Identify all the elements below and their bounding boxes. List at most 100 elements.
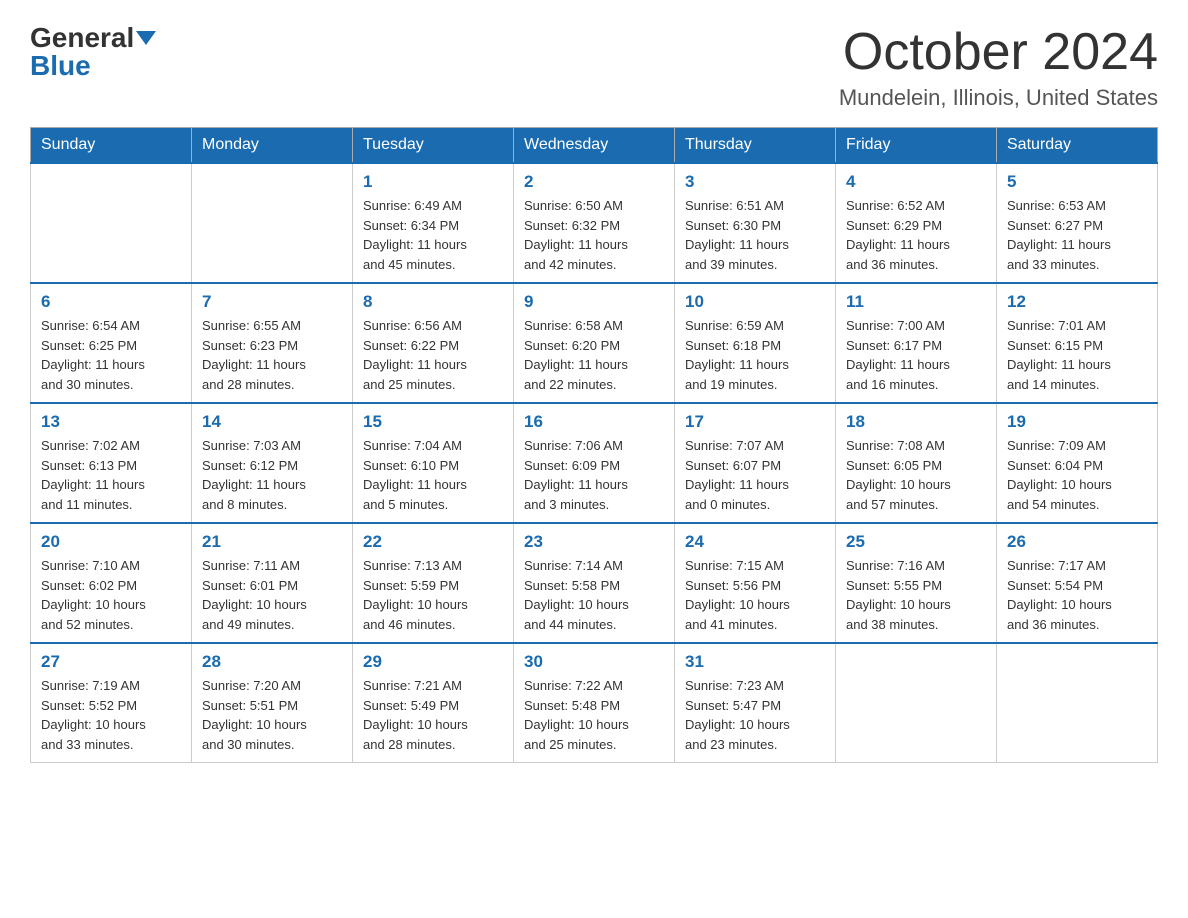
calendar-week-row: 1 Sunrise: 6:49 AMSunset: 6:34 PMDaylight… <box>31 163 1158 283</box>
day-number: 13 <box>41 412 181 432</box>
calendar-day-cell: 28 Sunrise: 7:20 AMSunset: 5:51 PMDayligh… <box>192 643 353 763</box>
day-number: 31 <box>685 652 825 672</box>
calendar-day-cell: 12 Sunrise: 7:01 AMSunset: 6:15 PMDayligh… <box>997 283 1158 403</box>
day-number: 1 <box>363 172 503 192</box>
calendar-day-cell: 2 Sunrise: 6:50 AMSunset: 6:32 PMDaylight… <box>514 163 675 283</box>
logo-blue-text: Blue <box>30 52 91 80</box>
calendar-day-cell: 13 Sunrise: 7:02 AMSunset: 6:13 PMDayligh… <box>31 403 192 523</box>
day-info: Sunrise: 6:49 AMSunset: 6:34 PMDaylight:… <box>363 196 503 274</box>
day-number: 5 <box>1007 172 1147 192</box>
day-info: Sunrise: 7:21 AMSunset: 5:49 PMDaylight:… <box>363 676 503 754</box>
day-info: Sunrise: 6:53 AMSunset: 6:27 PMDaylight:… <box>1007 196 1147 274</box>
day-number: 4 <box>846 172 986 192</box>
day-number: 21 <box>202 532 342 552</box>
day-number: 16 <box>524 412 664 432</box>
day-number: 18 <box>846 412 986 432</box>
day-info: Sunrise: 7:22 AMSunset: 5:48 PMDaylight:… <box>524 676 664 754</box>
day-number: 17 <box>685 412 825 432</box>
day-info: Sunrise: 6:51 AMSunset: 6:30 PMDaylight:… <box>685 196 825 274</box>
day-number: 23 <box>524 532 664 552</box>
day-number: 30 <box>524 652 664 672</box>
calendar-day-cell: 11Sunrise: 7:00 AMSunset: 6:17 PMDayligh… <box>836 283 997 403</box>
day-info: Sunrise: 6:58 AMSunset: 6:20 PMDaylight:… <box>524 316 664 394</box>
day-info: Sunrise: 6:59 AMSunset: 6:18 PMDaylight:… <box>685 316 825 394</box>
day-info: Sunrise: 7:20 AMSunset: 5:51 PMDaylight:… <box>202 676 342 754</box>
calendar-day-cell: 24 Sunrise: 7:15 AMSunset: 5:56 PMDayligh… <box>675 523 836 643</box>
calendar-day-cell: 19Sunrise: 7:09 AMSunset: 6:04 PMDayligh… <box>997 403 1158 523</box>
day-info: Sunrise: 6:55 AMSunset: 6:23 PMDaylight:… <box>202 316 342 394</box>
day-info: Sunrise: 7:03 AMSunset: 6:12 PMDaylight:… <box>202 436 342 514</box>
day-info: Sunrise: 7:10 AMSunset: 6:02 PMDaylight:… <box>41 556 181 634</box>
day-number: 25 <box>846 532 986 552</box>
day-number: 19 <box>1007 412 1147 432</box>
logo-general-text: General <box>30 24 134 52</box>
calendar-week-row: 6 Sunrise: 6:54 AMSunset: 6:25 PMDaylight… <box>31 283 1158 403</box>
day-of-week-header: Monday <box>192 128 353 164</box>
calendar-day-cell: 3 Sunrise: 6:51 AMSunset: 6:30 PMDaylight… <box>675 163 836 283</box>
day-number: 27 <box>41 652 181 672</box>
day-info: Sunrise: 7:15 AMSunset: 5:56 PMDaylight:… <box>685 556 825 634</box>
calendar-day-cell: 30 Sunrise: 7:22 AMSunset: 5:48 PMDayligh… <box>514 643 675 763</box>
calendar-day-cell: 8Sunrise: 6:56 AMSunset: 6:22 PMDaylight… <box>353 283 514 403</box>
day-info: Sunrise: 7:01 AMSunset: 6:15 PMDaylight:… <box>1007 316 1147 394</box>
calendar-day-cell <box>997 643 1158 763</box>
day-of-week-header: Friday <box>836 128 997 164</box>
calendar-day-cell: 26Sunrise: 7:17 AMSunset: 5:54 PMDayligh… <box>997 523 1158 643</box>
calendar-week-row: 20Sunrise: 7:10 AMSunset: 6:02 PMDayligh… <box>31 523 1158 643</box>
calendar-day-cell <box>836 643 997 763</box>
calendar-day-cell: 7 Sunrise: 6:55 AMSunset: 6:23 PMDaylight… <box>192 283 353 403</box>
day-number: 28 <box>202 652 342 672</box>
day-number: 22 <box>363 532 503 552</box>
day-number: 9 <box>524 292 664 312</box>
day-info: Sunrise: 7:02 AMSunset: 6:13 PMDaylight:… <box>41 436 181 514</box>
day-of-week-header: Thursday <box>675 128 836 164</box>
calendar-header-row: SundayMondayTuesdayWednesdayThursdayFrid… <box>31 128 1158 164</box>
day-of-week-header: Saturday <box>997 128 1158 164</box>
day-number: 15 <box>363 412 503 432</box>
day-number: 2 <box>524 172 664 192</box>
calendar-day-cell: 6 Sunrise: 6:54 AMSunset: 6:25 PMDaylight… <box>31 283 192 403</box>
calendar-day-cell: 27 Sunrise: 7:19 AMSunset: 5:52 PMDayligh… <box>31 643 192 763</box>
day-info: Sunrise: 6:50 AMSunset: 6:32 PMDaylight:… <box>524 196 664 274</box>
day-info: Sunrise: 7:04 AMSunset: 6:10 PMDaylight:… <box>363 436 503 514</box>
day-number: 11 <box>846 292 986 312</box>
calendar-day-cell <box>31 163 192 283</box>
calendar-day-cell: 14 Sunrise: 7:03 AMSunset: 6:12 PMDayligh… <box>192 403 353 523</box>
day-info: Sunrise: 7:23 AMSunset: 5:47 PMDaylight:… <box>685 676 825 754</box>
day-info: Sunrise: 7:13 AMSunset: 5:59 PMDaylight:… <box>363 556 503 634</box>
day-info: Sunrise: 7:14 AMSunset: 5:58 PMDaylight:… <box>524 556 664 634</box>
day-number: 14 <box>202 412 342 432</box>
calendar-day-cell: 15 Sunrise: 7:04 AMSunset: 6:10 PMDayligh… <box>353 403 514 523</box>
day-info: Sunrise: 6:54 AMSunset: 6:25 PMDaylight:… <box>41 316 181 394</box>
title-area: October 2024 Mundelein, Illinois, United… <box>839 24 1158 111</box>
day-info: Sunrise: 7:16 AMSunset: 5:55 PMDaylight:… <box>846 556 986 634</box>
day-number: 10 <box>685 292 825 312</box>
day-number: 3 <box>685 172 825 192</box>
logo: General Blue <box>30 24 156 80</box>
day-info: Sunrise: 7:19 AMSunset: 5:52 PMDaylight:… <box>41 676 181 754</box>
calendar-day-cell: 25 Sunrise: 7:16 AMSunset: 5:55 PMDayligh… <box>836 523 997 643</box>
calendar-table: SundayMondayTuesdayWednesdayThursdayFrid… <box>30 127 1158 763</box>
calendar-day-cell <box>192 163 353 283</box>
calendar-day-cell: 18Sunrise: 7:08 AMSunset: 6:05 PMDayligh… <box>836 403 997 523</box>
day-of-week-header: Sunday <box>31 128 192 164</box>
calendar-day-cell: 22 Sunrise: 7:13 AMSunset: 5:59 PMDayligh… <box>353 523 514 643</box>
location-text: Mundelein, Illinois, United States <box>839 85 1158 111</box>
calendar-week-row: 27 Sunrise: 7:19 AMSunset: 5:52 PMDayligh… <box>31 643 1158 763</box>
calendar-day-cell: 31 Sunrise: 7:23 AMSunset: 5:47 PMDayligh… <box>675 643 836 763</box>
day-number: 8 <box>363 292 503 312</box>
day-number: 6 <box>41 292 181 312</box>
day-number: 24 <box>685 532 825 552</box>
day-number: 7 <box>202 292 342 312</box>
logo-triangle-icon <box>136 31 156 45</box>
calendar-day-cell: 17 Sunrise: 7:07 AMSunset: 6:07 PMDayligh… <box>675 403 836 523</box>
day-info: Sunrise: 7:07 AMSunset: 6:07 PMDaylight:… <box>685 436 825 514</box>
day-number: 12 <box>1007 292 1147 312</box>
calendar-day-cell: 21Sunrise: 7:11 AMSunset: 6:01 PMDayligh… <box>192 523 353 643</box>
calendar-day-cell: 4Sunrise: 6:52 AMSunset: 6:29 PMDaylight… <box>836 163 997 283</box>
calendar-day-cell: 29Sunrise: 7:21 AMSunset: 5:49 PMDayligh… <box>353 643 514 763</box>
calendar-day-cell: 10 Sunrise: 6:59 AMSunset: 6:18 PMDayligh… <box>675 283 836 403</box>
calendar-day-cell: 16Sunrise: 7:06 AMSunset: 6:09 PMDayligh… <box>514 403 675 523</box>
page-header: General Blue October 2024 Mundelein, Ill… <box>30 24 1158 111</box>
month-title: October 2024 <box>839 24 1158 81</box>
